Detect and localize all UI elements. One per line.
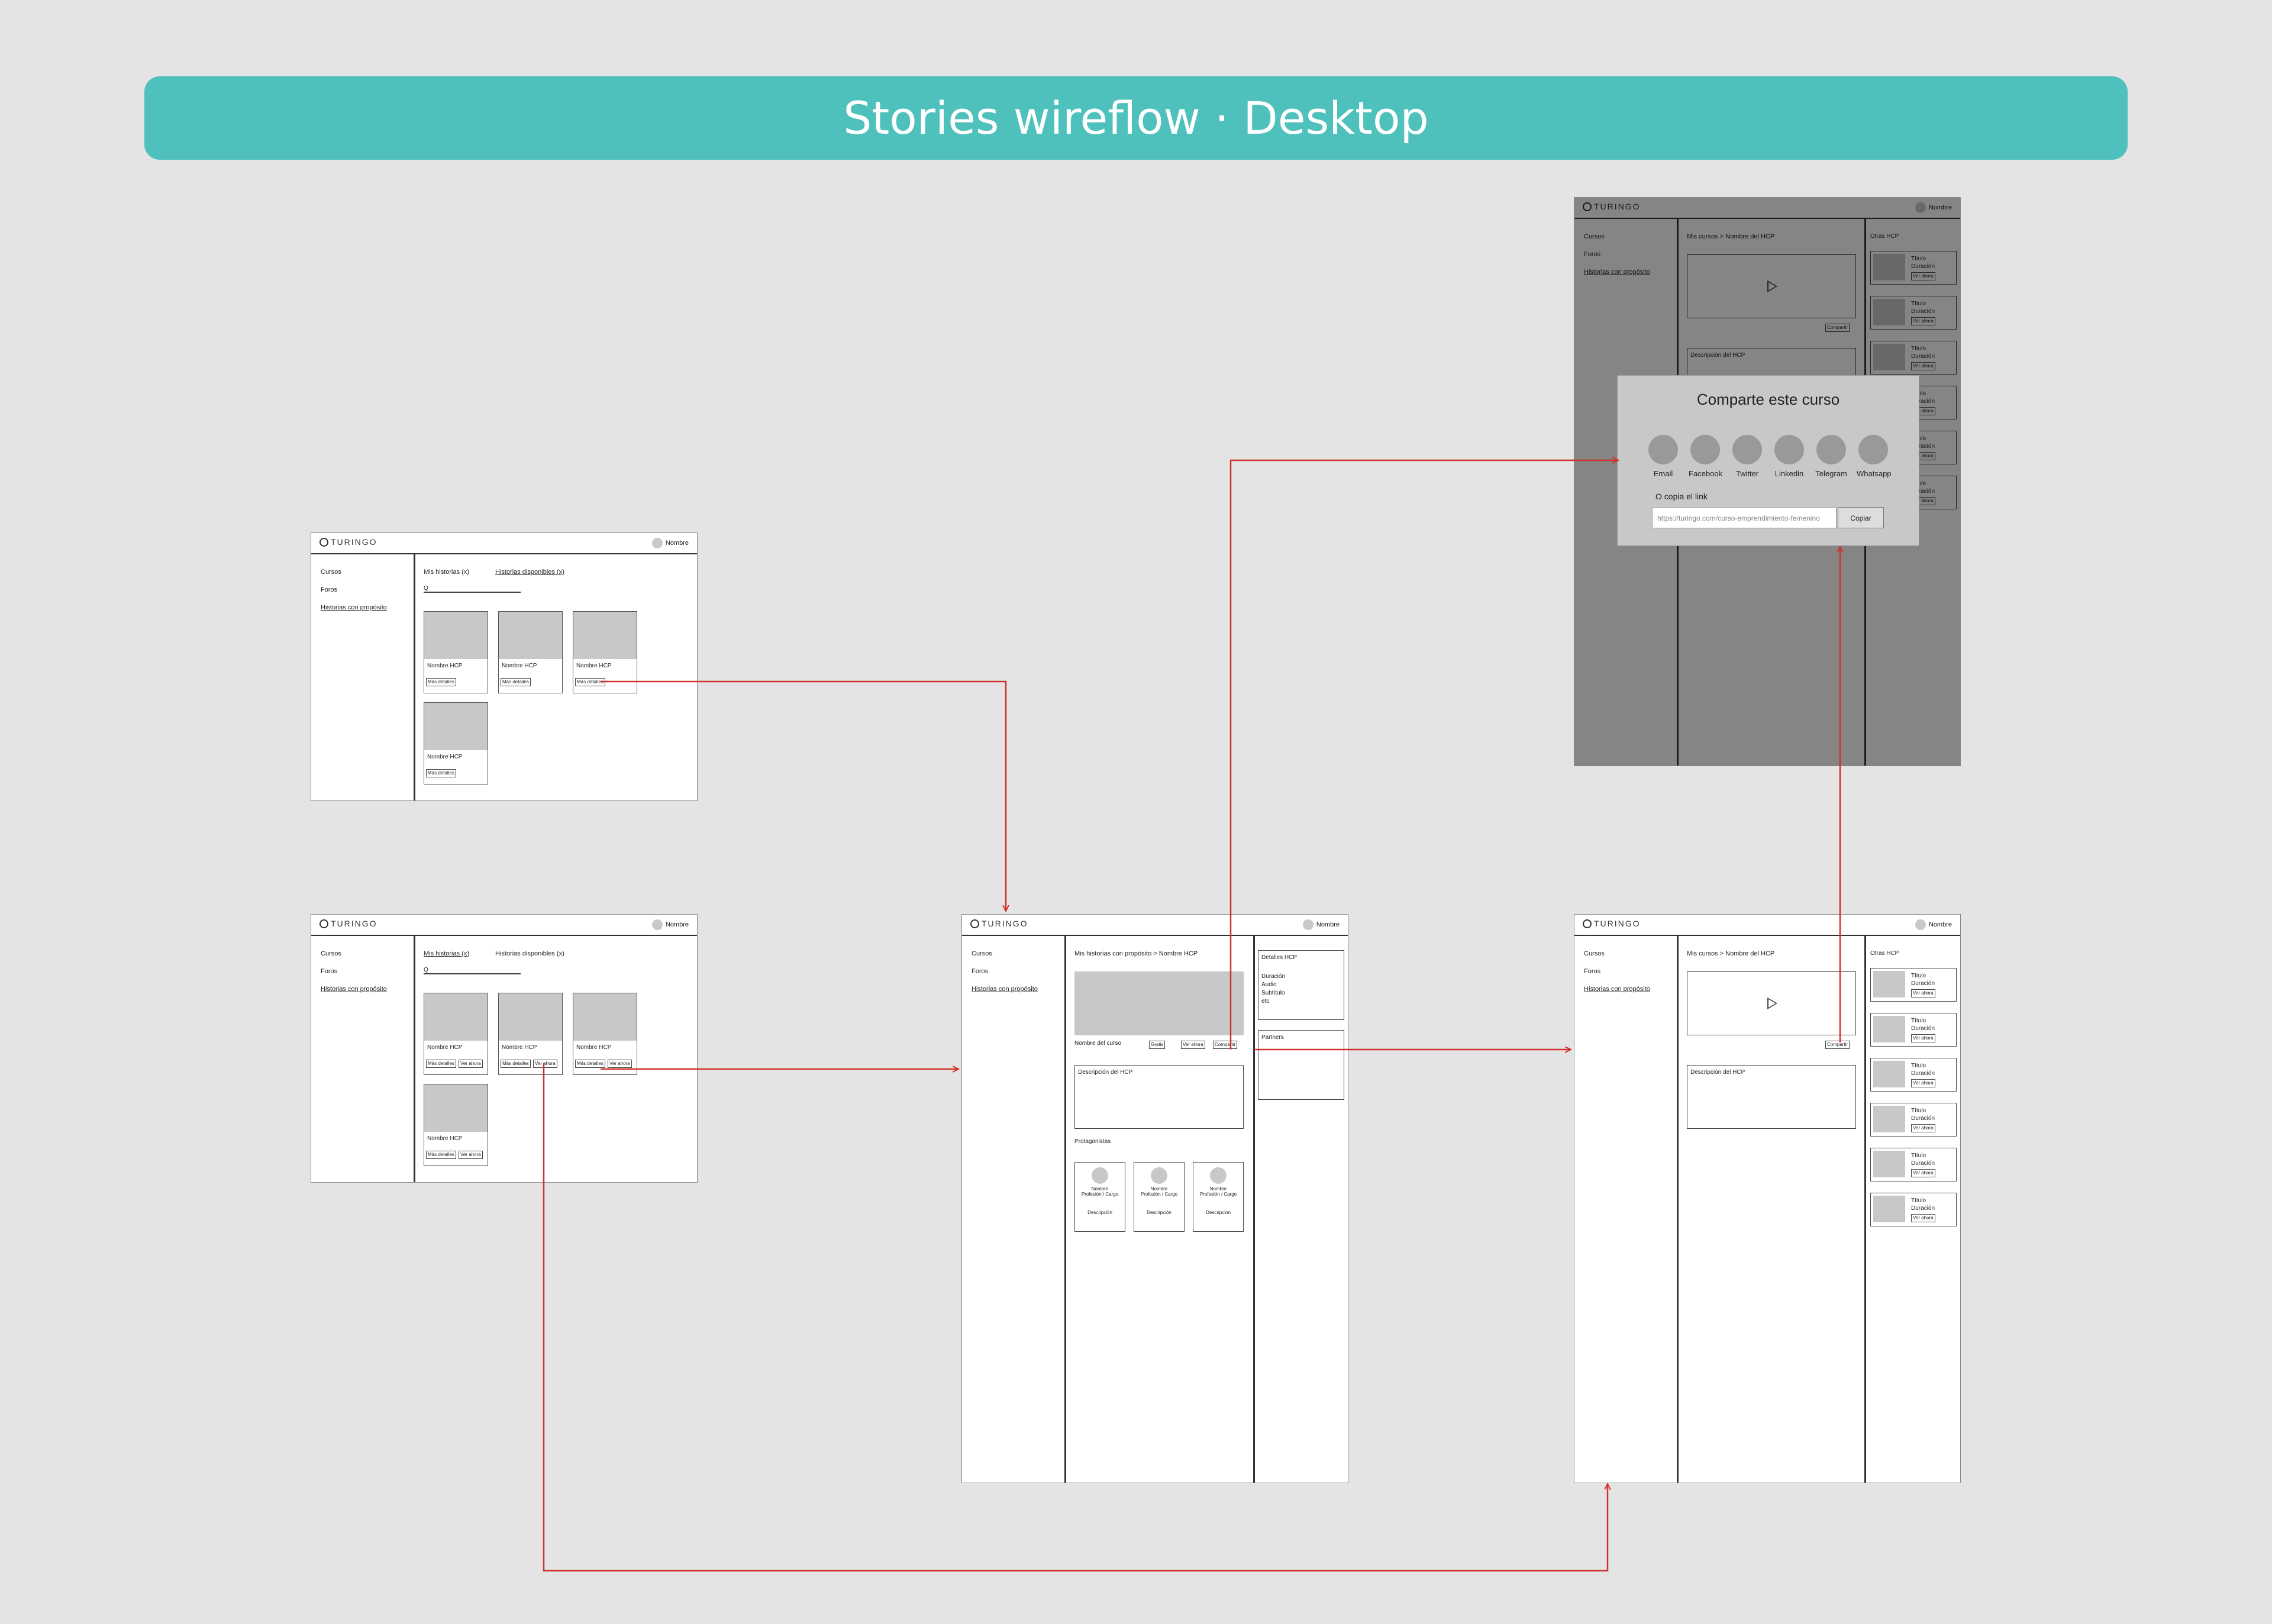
arrow-watch-to-player [543,1063,1608,1572]
arrow-share-to-modal [1229,460,1618,1050]
flow-arrows [543,0,2272,1572]
arrow-available-to-detail [601,680,1006,911]
